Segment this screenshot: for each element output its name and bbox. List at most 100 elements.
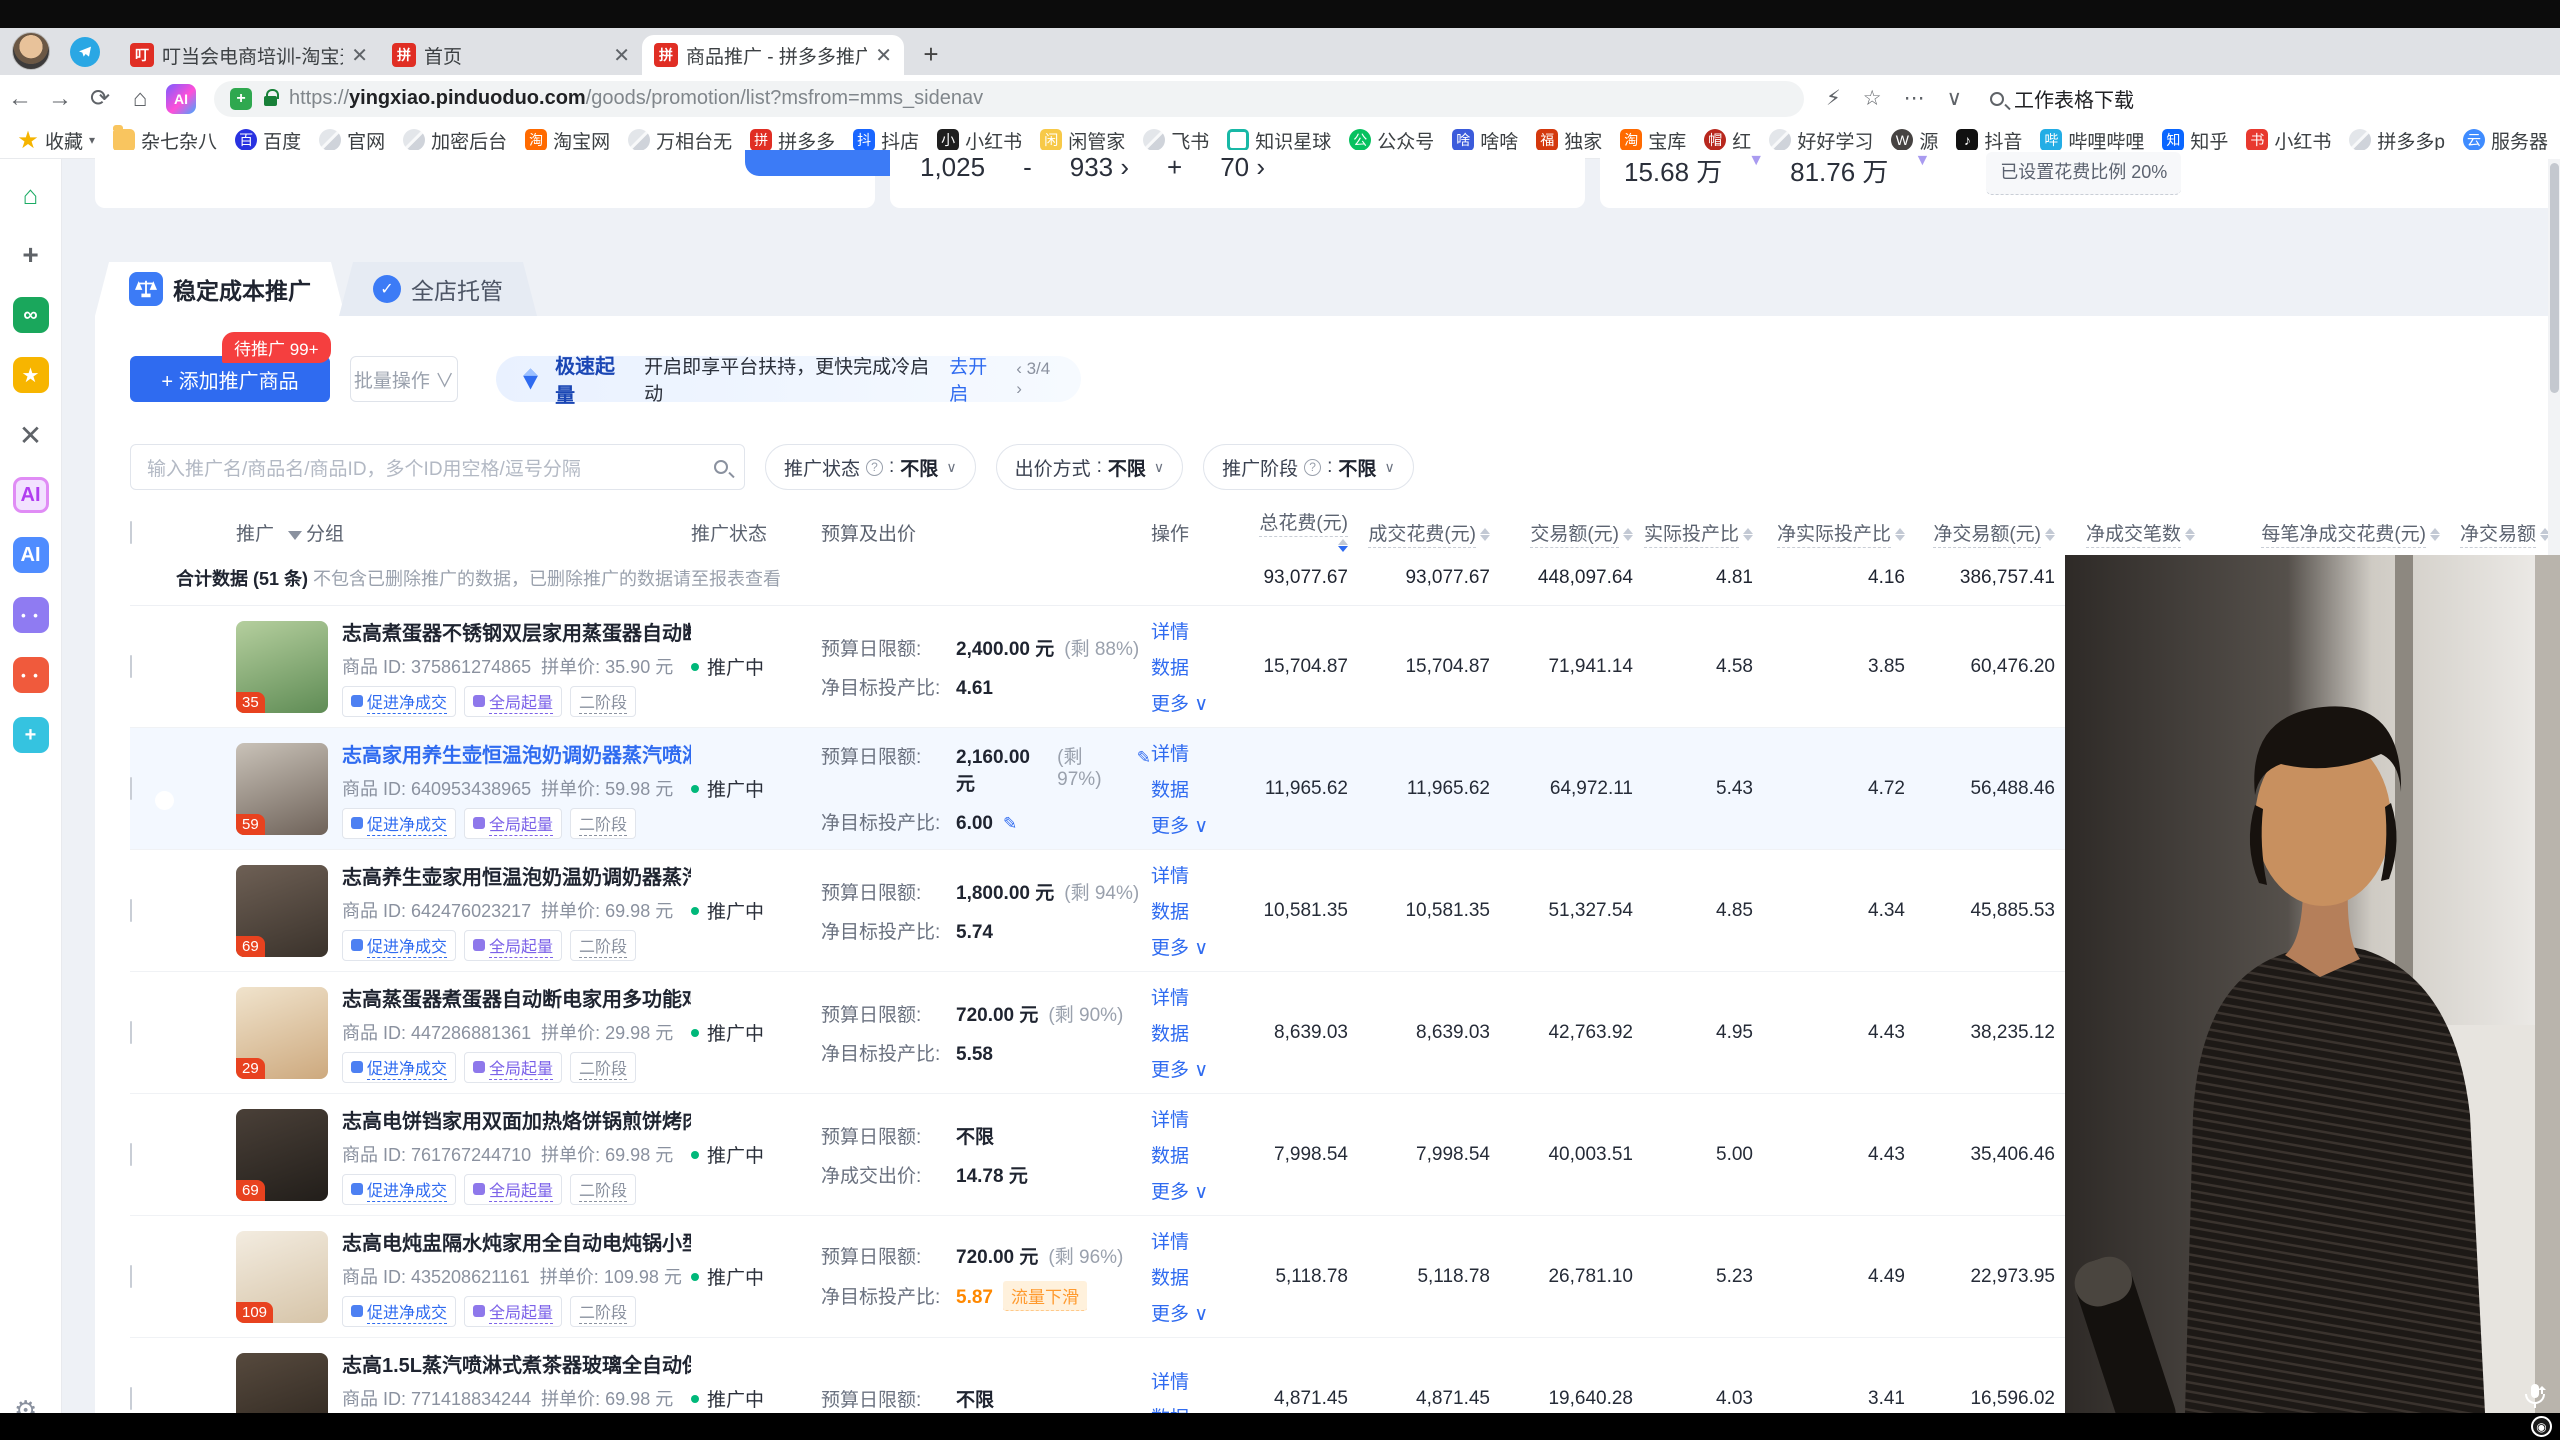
roi-value[interactable]: 5.58 [956, 1044, 993, 1066]
row-checkbox[interactable] [130, 777, 132, 800]
row-checkbox[interactable] [130, 655, 132, 678]
search-icon[interactable] [714, 460, 728, 474]
sort-icon[interactable] [2430, 528, 2440, 541]
budget-value[interactable]: 720.00 元 [956, 1000, 1038, 1027]
product-image[interactable]: 69 [236, 1353, 328, 1414]
sidebar-app-icon[interactable]: ⌂ [13, 177, 49, 213]
budget-value[interactable]: 不限 [956, 1122, 994, 1149]
home-icon[interactable]: ⌂ [120, 85, 160, 113]
budget-value[interactable]: 2,160.00 元 [956, 747, 1047, 796]
tab-full-store-hosting[interactable]: ✓ 全店托管 [339, 262, 537, 316]
back-icon[interactable]: ← [0, 85, 40, 113]
tag-global-boost[interactable]: 全局起量 [464, 1052, 562, 1083]
data-link[interactable]: 数据 [1151, 653, 1246, 680]
more-link[interactable]: 更多 ∨ [1151, 1055, 1246, 1082]
tab-close-icon[interactable]: ✕ [613, 43, 630, 68]
numeric-column-header[interactable]: 净交易额 [2450, 519, 2560, 546]
sidebar-app-icon[interactable]: ★ [13, 357, 49, 393]
new-tab-button[interactable]: + [914, 37, 948, 71]
edit-pencil-icon[interactable]: ✎ [1003, 814, 1017, 834]
detail-link[interactable]: 详情 [1151, 1367, 1246, 1394]
detail-link[interactable]: 详情 [1151, 739, 1246, 766]
numeric-column-header[interactable]: 净实际投产比 [1763, 519, 1915, 546]
more-link[interactable]: 更多 ∨ [1151, 933, 1246, 960]
product-image[interactable]: 35 [236, 621, 328, 713]
tab-stable-cost-promo[interactable]: 稳定成本推广 [95, 262, 345, 316]
tag-stage-two[interactable]: 二阶段 [570, 1174, 636, 1205]
tab-close-icon[interactable]: ✕ [875, 43, 892, 68]
edit-pencil-icon[interactable]: ✎ [1137, 748, 1151, 768]
budget-value[interactable]: 不限 [956, 1385, 994, 1412]
tag-global-boost[interactable]: 全局起量 [464, 930, 562, 961]
tab-close-icon[interactable]: ✕ [351, 43, 368, 68]
data-link[interactable]: 数据 [1151, 1263, 1246, 1290]
numeric-column-header[interactable]: 每笔净成交花费(元) [2205, 519, 2450, 546]
col-group[interactable]: 分组 [306, 524, 344, 545]
tag-global-boost[interactable]: 全局起量 [464, 1296, 562, 1327]
chevron-down-icon[interactable]: ∨ [1947, 86, 1962, 111]
product-title[interactable]: 志高蒸蛋器煮蛋器自动断电家用多功能鸡蛋定... [342, 983, 691, 1012]
banner-open-link[interactable]: 去开启 [949, 352, 1004, 406]
row-checkbox[interactable] [130, 899, 132, 922]
tag-stage-two[interactable]: 二阶段 [570, 686, 636, 717]
numeric-column-header[interactable]: 总花费(元) [1246, 508, 1358, 557]
tag-promote-net-deal[interactable]: 促进净成交 [342, 1052, 456, 1083]
numeric-column-header[interactable]: 交易额(元) [1500, 519, 1643, 546]
extension-icon[interactable]: + [230, 88, 252, 110]
sidebar-app-icon[interactable]: + [13, 237, 49, 273]
filter-dropdown[interactable]: 推广状态 ? : 不限 ∨ [765, 444, 976, 490]
tag-stage-two[interactable]: 二阶段 [570, 808, 636, 839]
tag-stage-two[interactable]: 二阶段 [570, 1052, 636, 1083]
forward-icon[interactable]: → [40, 85, 80, 113]
product-title[interactable]: 志高电饼铛家用双面加热烙饼锅煎饼烤肉加深... [342, 1105, 691, 1134]
sidebar-app-icon[interactable]: AI [13, 537, 49, 573]
filter-dropdown[interactable]: 推广阶段 ? : 不限 ∨ [1203, 444, 1414, 490]
more-link[interactable]: 更多 ∨ [1151, 811, 1246, 838]
address-bar[interactable]: + https://yingxiao.pinduoduo.com/goods/p… [214, 81, 1804, 117]
product-title[interactable]: 志高电炖盅隔水炖家用全自动电炖锅小型陶瓷... [342, 1227, 691, 1256]
product-title[interactable]: 志高1.5L蒸汽喷淋式煮茶器玻璃全自动保温电热... [342, 1349, 691, 1378]
numeric-column-header[interactable]: 净成交笔数 [2065, 519, 2205, 546]
product-title[interactable]: 志高家用养生壶恒温泡奶调奶器蒸汽喷淋... ✎ [342, 739, 691, 768]
product-title[interactable]: 志高养生壶家用恒温泡奶温奶调奶器蒸汽喷淋... [342, 861, 691, 890]
select-all-checkbox[interactable] [130, 521, 132, 544]
numeric-column-header[interactable]: 实际投产比 [1643, 519, 1763, 546]
filter-dropdown[interactable]: 出价方式 : 不限 ∨ [996, 444, 1184, 490]
data-link[interactable]: 数据 [1151, 775, 1246, 802]
roi-value[interactable]: 6.00 [956, 813, 993, 835]
tag-stage-two[interactable]: 二阶段 [570, 930, 636, 961]
browser-tab[interactable]: 叮 叮当会电商培训-淘宝天猫拼多 ✕ [118, 35, 380, 75]
detail-link[interactable]: 详情 [1151, 617, 1246, 644]
col-promo[interactable]: 推广 [236, 524, 274, 545]
traffic-drop-badge[interactable]: 流量下滑 [1003, 1281, 1087, 1311]
search-input[interactable]: 输入推广名/商品名/商品ID，多个ID用空格/逗号分隔 [130, 444, 745, 490]
more-menu-icon[interactable]: ⋯ [1904, 86, 1925, 111]
ai-extension-icon[interactable]: AI [166, 84, 196, 114]
budget-value[interactable]: 1,800.00 元 [956, 878, 1054, 905]
browser-tab[interactable]: 拼 首页 ✕ [380, 35, 642, 75]
roi-value[interactable]: 5.74 [956, 922, 993, 944]
product-image[interactable]: 59 [236, 743, 328, 835]
spend-ratio-note[interactable]: 已设置花费比例 20% [1986, 152, 2181, 195]
sort-icon[interactable] [2185, 528, 2195, 541]
sidebar-app-icon[interactable] [13, 657, 49, 693]
recorder-stop-icon[interactable]: ◉ [2531, 1416, 2552, 1437]
sidebar-app-icon[interactable]: ∞ [13, 297, 49, 333]
sidebar-app-icon[interactable] [13, 597, 49, 633]
tag-global-boost[interactable]: 全局起量 [464, 808, 562, 839]
product-image[interactable]: 29 [236, 987, 328, 1079]
sidebar-app-icon[interactable]: + [13, 717, 49, 753]
tag-promote-net-deal[interactable]: 促进净成交 [342, 1174, 456, 1205]
roi-value[interactable]: 5.87 [956, 1287, 993, 1309]
tag-promote-net-deal[interactable]: 促进净成交 [342, 930, 456, 961]
detail-link[interactable]: 详情 [1151, 1105, 1246, 1132]
more-link[interactable]: 更多 ∨ [1151, 689, 1246, 716]
scrollbar-thumb[interactable] [2550, 163, 2559, 393]
sort-icon[interactable] [1623, 528, 1633, 541]
sidebar-app-icon[interactable]: ✕ [13, 417, 49, 453]
tag-promote-net-deal[interactable]: 促进净成交 [342, 686, 456, 717]
product-image[interactable]: 69 [236, 865, 328, 957]
sort-icon[interactable] [1743, 528, 1753, 541]
roi-value[interactable]: 4.61 [956, 678, 993, 700]
sort-icon[interactable] [1480, 528, 1490, 541]
